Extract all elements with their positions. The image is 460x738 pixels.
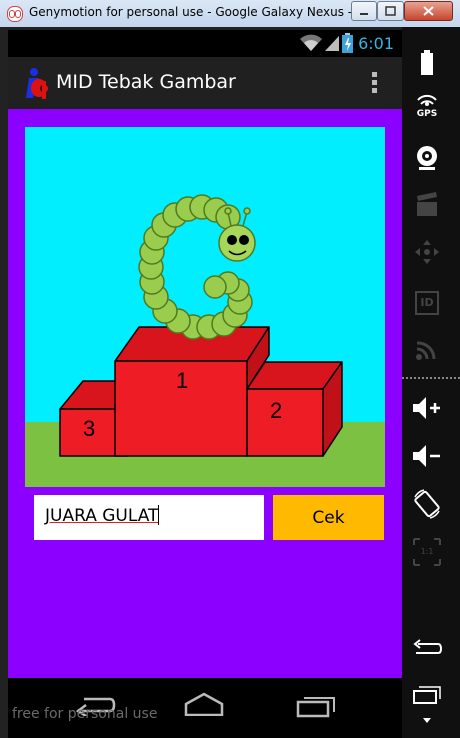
answer-input[interactable]: JUARA GULAT	[34, 495, 264, 540]
maximize-button[interactable]	[377, 1, 404, 21]
podium-label-3: 3	[83, 416, 95, 441]
rotate-icon[interactable]	[410, 487, 444, 521]
close-button[interactable]	[404, 1, 453, 21]
overflow-menu-icon[interactable]	[372, 72, 378, 94]
battery-charging-icon	[342, 33, 353, 53]
recent-apps-icon[interactable]	[296, 692, 336, 718]
home-icon[interactable]	[183, 692, 225, 716]
menu-icon[interactable]	[410, 713, 444, 727]
game-content: 1 2 3 JUARA GULAT Cek	[8, 109, 402, 678]
podium-label-2: 2	[270, 398, 282, 423]
podium-label-1: 1	[176, 368, 188, 393]
scale-icon[interactable]: 1:1	[410, 535, 444, 569]
maximize-icon	[385, 6, 396, 16]
minimize-icon	[360, 13, 368, 15]
android-screen: 6:01 MID Tebak Gambar 1 2 3 JUARA GULAT …	[8, 30, 402, 738]
text-cursor	[158, 505, 160, 525]
window-title: Genymotion for personal use - Google Gal…	[29, 5, 351, 19]
action-bar: MID Tebak Gambar	[8, 57, 402, 109]
gps-icon[interactable]: GPS	[410, 91, 444, 125]
close-icon	[423, 6, 434, 16]
app-logo-icon[interactable]	[22, 67, 48, 101]
status-bar: 6:01	[8, 30, 402, 57]
id-label: ID	[415, 291, 439, 315]
id-icon[interactable]: ID	[410, 285, 444, 319]
window-title-bar: Genymotion for personal use - Google Gal…	[0, 0, 460, 28]
dpad-icon[interactable]	[410, 235, 444, 269]
genymotion-app-icon	[7, 6, 23, 22]
sidebar-separator	[402, 377, 460, 379]
status-time: 6:01	[358, 34, 394, 53]
wifi-icon	[300, 34, 322, 51]
battery-icon[interactable]	[410, 47, 444, 81]
check-button[interactable]: Cek	[273, 495, 384, 540]
webcam-icon[interactable]	[410, 141, 444, 175]
cast-icon[interactable]	[410, 331, 444, 365]
volume-up-icon[interactable]	[410, 391, 444, 425]
gps-label: GPS	[416, 109, 438, 119]
watermark-text: free for personal use	[12, 706, 158, 722]
app-title: MID Tebak Gambar	[56, 71, 236, 93]
genymotion-sidebar: GPS ID 1:1	[402, 27, 460, 738]
navigation-bar: free for personal use	[8, 678, 402, 738]
sidebar-back-icon[interactable]	[410, 631, 444, 665]
minimize-button[interactable]	[351, 1, 377, 21]
volume-down-icon[interactable]	[410, 439, 444, 473]
signal-icon	[325, 36, 339, 51]
answer-text: JUARA GULAT	[45, 506, 159, 526]
puzzle-picture: 1 2 3	[25, 127, 385, 487]
sidebar-recent-apps-icon[interactable]	[410, 679, 444, 713]
scale-label: 1:1	[420, 547, 434, 556]
clapperboard-icon[interactable]	[410, 189, 444, 223]
